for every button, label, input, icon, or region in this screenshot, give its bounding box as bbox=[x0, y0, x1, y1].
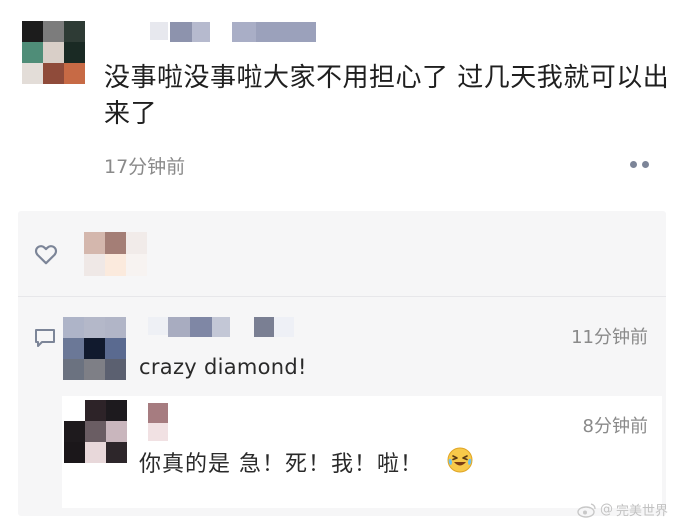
post-author-avatar[interactable] bbox=[22, 21, 85, 84]
watermark-at: @ bbox=[600, 502, 613, 517]
laughing-tears-emoji bbox=[447, 447, 473, 473]
heart-icon[interactable] bbox=[33, 241, 59, 267]
commenter-avatar[interactable] bbox=[63, 317, 127, 380]
more-dots-icon bbox=[641, 160, 649, 168]
reply-timestamp: 8分钟前 bbox=[582, 416, 648, 437]
comment-icon[interactable] bbox=[33, 326, 57, 350]
weibo-logo-icon bbox=[577, 502, 596, 518]
reply-author-avatar[interactable] bbox=[64, 400, 127, 463]
watermark: @ 完美世界 bbox=[577, 500, 668, 519]
comment-text: crazy diamond! bbox=[139, 355, 307, 379]
reply-text: 你真的是 急！死！我！啦！ bbox=[139, 452, 423, 477]
liker-avatar[interactable] bbox=[84, 232, 148, 276]
more-options-button[interactable] bbox=[617, 150, 661, 178]
post-timestamp: 17分钟前 bbox=[104, 156, 186, 178]
more-dots-icon bbox=[629, 160, 637, 168]
panel-divider bbox=[18, 296, 666, 297]
comment-timestamp: 11分钟前 bbox=[571, 327, 648, 348]
post-text: 没事啦没事啦大家不用担心了 过几天我就可以出来了 bbox=[104, 63, 670, 129]
watermark-text: 完美世界 bbox=[616, 504, 669, 519]
